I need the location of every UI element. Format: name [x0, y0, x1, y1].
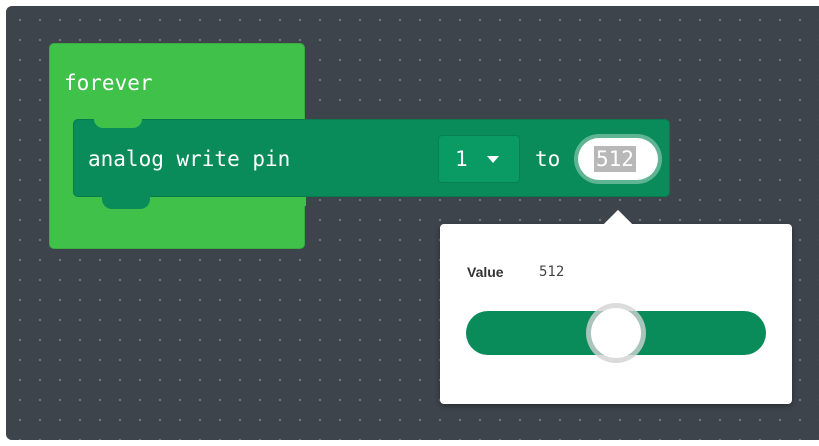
value-input-text: 512 — [594, 146, 636, 172]
value-input[interactable]: 512 — [578, 138, 658, 180]
value-slider-track[interactable] — [466, 308, 766, 358]
popover-arrow — [603, 209, 633, 239]
analog-write-label: analog write pin — [88, 147, 291, 171]
block-bottom-notch — [102, 196, 150, 209]
popover-value-label: Value — [467, 264, 504, 280]
value-slider-thumb[interactable] — [591, 308, 641, 358]
blocks-workspace[interactable]: forever analog write pin 1 to 512 Value … — [6, 6, 819, 440]
forever-label: forever — [64, 71, 153, 95]
pin-dropdown[interactable]: 1 — [438, 135, 520, 183]
to-label: to — [535, 147, 561, 171]
analog-write-block[interactable]: analog write pin 1 to 512 — [73, 119, 670, 209]
caret-down-icon — [487, 156, 499, 163]
value-slider-popover: Value 512 — [440, 209, 792, 404]
block-top-notch — [94, 119, 142, 128]
popover-value-readout: 512 — [539, 264, 565, 280]
pin-dropdown-value: 1 — [455, 147, 468, 171]
